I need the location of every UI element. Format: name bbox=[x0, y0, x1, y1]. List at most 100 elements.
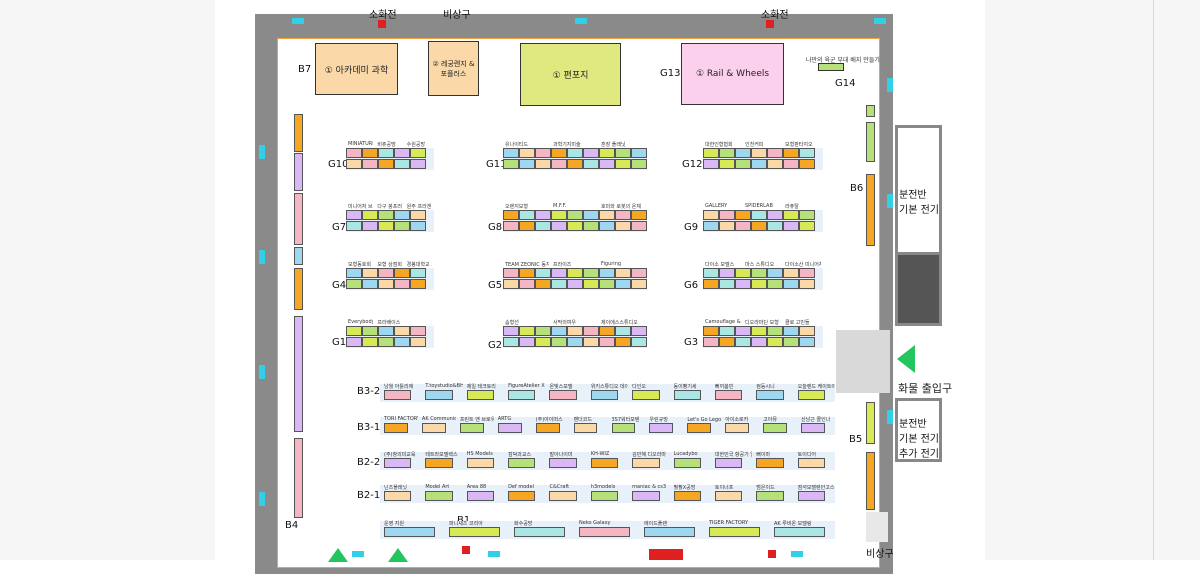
booth-cell[interactable] bbox=[583, 221, 599, 231]
booth-cell[interactable] bbox=[714, 491, 743, 501]
booth-cell[interactable] bbox=[801, 423, 825, 433]
booth-cell[interactable] bbox=[673, 390, 701, 400]
booth-cell[interactable] bbox=[410, 326, 426, 336]
booth-cell[interactable] bbox=[703, 221, 719, 231]
booth-academy[interactable]: ① 아카데미 과학 bbox=[315, 43, 398, 95]
booth-cell[interactable] bbox=[599, 279, 615, 289]
booth-cell[interactable] bbox=[611, 423, 636, 433]
booth-cell[interactable] bbox=[709, 527, 760, 537]
booth-cell[interactable] bbox=[549, 458, 577, 468]
right-wall-booth[interactable] bbox=[866, 452, 875, 510]
booth-cell[interactable] bbox=[767, 159, 783, 169]
left-wall-booth[interactable] bbox=[294, 193, 303, 245]
booth-cell[interactable] bbox=[751, 268, 767, 278]
booth-cell[interactable] bbox=[410, 159, 426, 169]
booth-g14[interactable] bbox=[818, 63, 844, 71]
booth-cell[interactable] bbox=[719, 159, 735, 169]
booth-cell[interactable] bbox=[631, 159, 647, 169]
booth-cell[interactable] bbox=[632, 390, 660, 400]
booth-cell[interactable] bbox=[599, 326, 615, 336]
booth-cell[interactable] bbox=[703, 268, 719, 278]
booth-cell[interactable] bbox=[703, 159, 719, 169]
booth-cell[interactable] bbox=[519, 279, 535, 289]
booth-cell[interactable] bbox=[631, 326, 647, 336]
booth-cell[interactable] bbox=[551, 210, 567, 220]
booth-cell[interactable] bbox=[783, 221, 799, 231]
booth-cell[interactable] bbox=[735, 159, 751, 169]
right-wall-booth[interactable] bbox=[866, 174, 875, 246]
booth-cell[interactable] bbox=[549, 390, 577, 400]
booth-cell[interactable] bbox=[519, 337, 535, 347]
booth-cell[interactable] bbox=[631, 148, 647, 158]
booth-cell[interactable] bbox=[378, 279, 394, 289]
booth-cell[interactable] bbox=[783, 279, 799, 289]
booth-cell[interactable] bbox=[719, 210, 735, 220]
booth-cell[interactable] bbox=[599, 221, 615, 231]
booth-cell[interactable] bbox=[449, 527, 500, 537]
booth-cell[interactable] bbox=[719, 221, 735, 231]
booth-cell[interactable] bbox=[497, 423, 522, 433]
booth-cell[interactable] bbox=[797, 491, 825, 501]
booth-cell[interactable] bbox=[767, 210, 783, 220]
booth-cell[interactable] bbox=[551, 221, 567, 231]
booth-cell[interactable] bbox=[459, 423, 484, 433]
booth-cell[interactable] bbox=[346, 210, 362, 220]
booth-cell[interactable] bbox=[362, 337, 378, 347]
left-wall-booth[interactable] bbox=[294, 153, 303, 191]
booth-cell[interactable] bbox=[425, 390, 453, 400]
booth-cell[interactable] bbox=[599, 148, 615, 158]
booth-cell[interactable] bbox=[631, 279, 647, 289]
booth-cell[interactable] bbox=[394, 326, 410, 336]
booth-cell[interactable] bbox=[346, 268, 362, 278]
booth-cell[interactable] bbox=[687, 423, 712, 433]
booth-cell[interactable] bbox=[631, 210, 647, 220]
booth-cell[interactable] bbox=[583, 326, 599, 336]
booth-ref[interactable]: ② 레궁렌지 & 포플러스 bbox=[428, 41, 479, 96]
booth-cell[interactable] bbox=[519, 159, 535, 169]
booth-cell[interactable] bbox=[508, 458, 536, 468]
booth-cell[interactable] bbox=[362, 326, 378, 336]
booth-cell[interactable] bbox=[378, 159, 394, 169]
booth-cell[interactable] bbox=[751, 337, 767, 347]
booth-cell[interactable] bbox=[751, 221, 767, 231]
booth-cell[interactable] bbox=[767, 279, 783, 289]
booth-cell[interactable] bbox=[551, 326, 567, 336]
booth-cell[interactable] bbox=[632, 491, 660, 501]
booth-cell[interactable] bbox=[714, 390, 743, 400]
booth-cell[interactable] bbox=[735, 210, 751, 220]
booth-cell[interactable] bbox=[503, 221, 519, 231]
booth-cell[interactable] bbox=[714, 458, 743, 468]
booth-cell[interactable] bbox=[425, 491, 453, 501]
booth-cell[interactable] bbox=[631, 337, 647, 347]
booth-cell[interactable] bbox=[551, 159, 567, 169]
booth-cell[interactable] bbox=[783, 159, 799, 169]
booth-cell[interactable] bbox=[579, 527, 630, 537]
booth-cell[interactable] bbox=[384, 423, 408, 433]
booth-cell[interactable] bbox=[535, 279, 551, 289]
booth-cell[interactable] bbox=[535, 148, 551, 158]
booth-cell[interactable] bbox=[362, 210, 378, 220]
booth-cell[interactable] bbox=[535, 221, 551, 231]
booth-cell[interactable] bbox=[508, 491, 536, 501]
booth-cell[interactable] bbox=[583, 148, 599, 158]
booth-cell[interactable] bbox=[751, 148, 767, 158]
booth-cell[interactable] bbox=[384, 458, 412, 468]
booth-cell[interactable] bbox=[719, 148, 735, 158]
booth-cell[interactable] bbox=[783, 326, 799, 336]
booth-cell[interactable] bbox=[362, 279, 378, 289]
booth-cell[interactable] bbox=[551, 268, 567, 278]
booth-cell[interactable] bbox=[583, 210, 599, 220]
booth-cell[interactable] bbox=[783, 337, 799, 347]
booth-cell[interactable] bbox=[567, 210, 583, 220]
booth-cell[interactable] bbox=[410, 210, 426, 220]
booth-cell[interactable] bbox=[763, 423, 788, 433]
booth-cell[interactable] bbox=[410, 148, 426, 158]
booth-cell[interactable] bbox=[590, 491, 619, 501]
booth-cell[interactable] bbox=[735, 326, 751, 336]
booth-cell[interactable] bbox=[567, 221, 583, 231]
booth-cell[interactable] bbox=[799, 268, 815, 278]
booth-cell[interactable] bbox=[551, 337, 567, 347]
booth-cell[interactable] bbox=[410, 221, 426, 231]
booth-cell[interactable] bbox=[797, 458, 825, 468]
booth-cell[interactable] bbox=[599, 337, 615, 347]
